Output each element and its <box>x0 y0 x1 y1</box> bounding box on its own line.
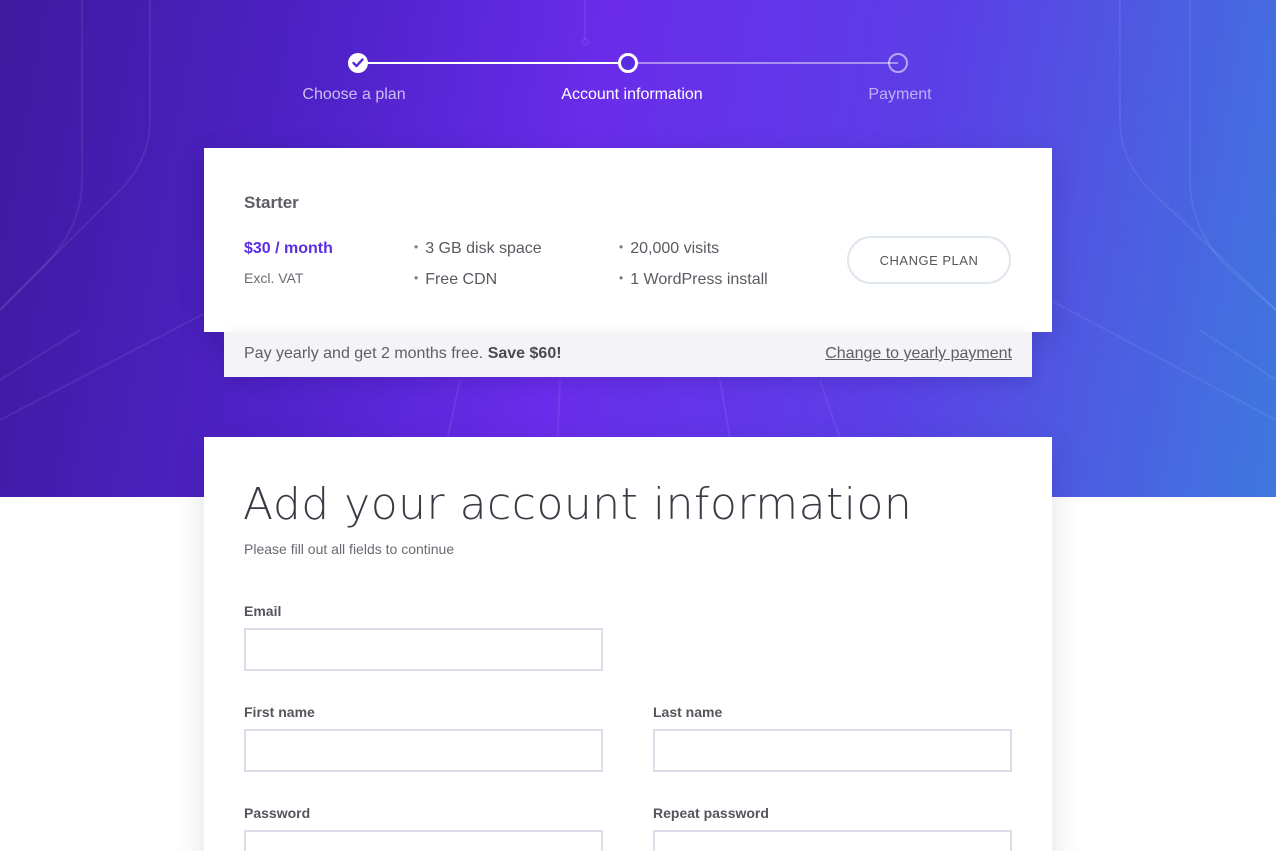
plan-name: Starter <box>244 193 299 212</box>
plan-feature: 20,000 visits <box>619 240 719 258</box>
yearly-offer-text: Pay yearly and get 2 months free. Save $… <box>244 345 562 363</box>
step-pending-indicator <box>888 53 908 73</box>
yearly-offer-bar: Pay yearly and get 2 months free. Save $… <box>224 332 1032 377</box>
last-name-field[interactable] <box>653 729 1012 772</box>
step-complete-indicator[interactable] <box>348 53 368 73</box>
check-icon <box>352 58 364 68</box>
step-label-payment: Payment <box>868 86 932 103</box>
step-label-account-information: Account information <box>561 86 703 103</box>
plan-price: $30 / month <box>244 240 333 257</box>
step-label-choose-plan[interactable]: Choose a plan <box>244 86 464 104</box>
change-to-yearly-link[interactable]: Change to yearly payment <box>825 345 1012 363</box>
step-active-indicator <box>618 53 638 73</box>
repeat-password-field[interactable] <box>653 830 1012 851</box>
selected-plan-card: Starter $30 / month Excl. VAT 3 GB disk … <box>204 148 1052 332</box>
yearly-offer-message: Pay yearly and get 2 months free. <box>244 345 484 362</box>
first-name-label: First name <box>244 704 315 720</box>
form-subtitle: Please fill out all fields to continue <box>244 541 455 557</box>
step-connector-pending <box>628 62 898 64</box>
email-field[interactable] <box>244 628 603 671</box>
plan-feature: 3 GB disk space <box>414 240 542 258</box>
password-label: Password <box>244 805 311 821</box>
last-name-label: Last name <box>653 704 723 720</box>
repeat-password-label: Repeat password <box>653 805 769 821</box>
step-connector-done <box>358 62 628 64</box>
first-name-field[interactable] <box>244 729 603 772</box>
page-title: Add your account information <box>243 479 913 530</box>
plan-vat-note: Excl. VAT <box>244 270 304 286</box>
plan-feature: Free CDN <box>414 271 497 289</box>
progress-stepper: Choose a plan Account information Paymen… <box>0 0 1276 130</box>
password-field[interactable] <box>244 830 603 851</box>
plan-feature: 1 WordPress install <box>619 271 768 289</box>
yearly-savings: Save $60! <box>487 345 562 362</box>
email-label: Email <box>244 603 282 619</box>
account-form-card: Add your account information Please fill… <box>204 437 1052 851</box>
change-plan-button[interactable]: CHANGE PLAN <box>847 236 1011 284</box>
